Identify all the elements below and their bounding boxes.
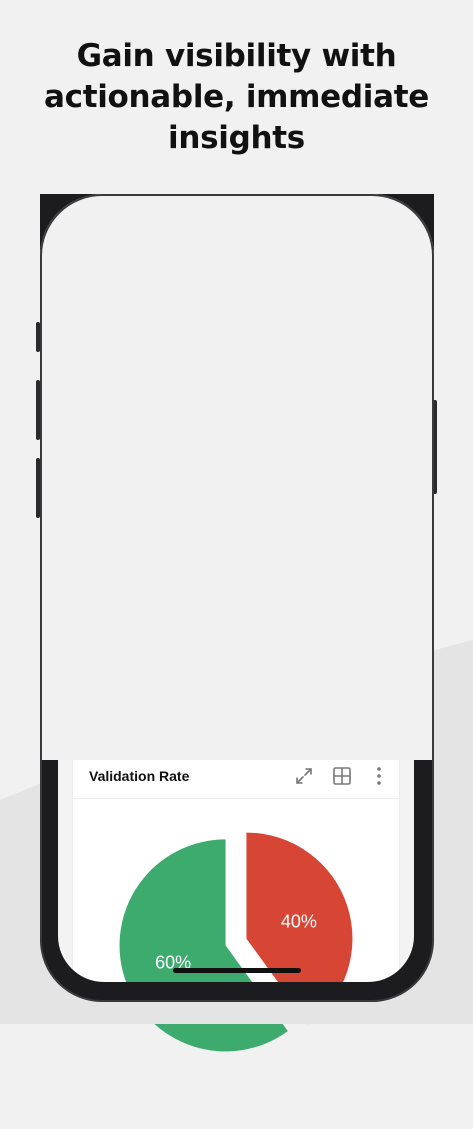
card-header: Completion Rate xyxy=(73,350,399,399)
card-title: Completion Rate xyxy=(89,368,201,384)
home-indicator[interactable] xyxy=(173,968,301,973)
legend-label-available: Available xyxy=(257,702,310,718)
legend-dot-available xyxy=(242,706,251,714)
expand-button[interactable] xyxy=(294,766,314,786)
legend-item-available[interactable]: Available xyxy=(242,703,310,718)
headline: Gain visibility with actionable, immedia… xyxy=(0,36,473,159)
expand-icon xyxy=(296,768,312,784)
nav-more-button[interactable] xyxy=(384,262,398,284)
volume-up-button xyxy=(36,380,40,440)
chart-legend: Finished Available xyxy=(73,702,399,718)
more-vertical-icon xyxy=(389,263,393,283)
mute-switch xyxy=(36,322,40,352)
active-tab-indicator xyxy=(58,330,148,332)
wifi-icon xyxy=(359,228,373,238)
tab-page-3[interactable]: Page 3 xyxy=(292,304,336,320)
card-title: Validation Rate xyxy=(89,768,190,784)
headline-line-2: actionable, immediate xyxy=(44,79,429,115)
status-time: 9:41 xyxy=(89,225,120,242)
status-icons xyxy=(336,227,404,239)
front-camera xyxy=(270,217,281,228)
expand-icon xyxy=(296,368,312,384)
completion-rate-card: Completion Rate 60% 40% Finished Availab… xyxy=(73,350,399,734)
legend-label-finished: Finished xyxy=(177,702,227,718)
signal-icon xyxy=(336,227,353,239)
legend-item-finished[interactable]: Finished xyxy=(162,703,226,718)
pie-label-finished: 60% xyxy=(155,551,191,571)
card-more-button[interactable] xyxy=(372,766,386,786)
table-view-button[interactable] xyxy=(332,766,352,786)
nav-title: Campaigns xyxy=(198,265,274,282)
headline-line-1: Gain visibility with xyxy=(76,38,397,74)
tab-page-1[interactable]: Page 1 xyxy=(159,304,203,320)
card-header: Validation Rate xyxy=(73,750,399,799)
power-button xyxy=(433,400,437,494)
expand-button[interactable] xyxy=(294,366,314,386)
notch xyxy=(140,212,334,242)
table-view-icon xyxy=(333,367,351,385)
tabs-divider xyxy=(58,332,414,333)
pie-label-available: 40% xyxy=(281,511,317,531)
speaker xyxy=(214,220,258,226)
volume-down-button xyxy=(36,458,40,518)
legend-dot-finished xyxy=(162,706,171,714)
tab-page-4[interactable]: Page 4 xyxy=(359,304,403,320)
tab-page-2[interactable]: Page 2 xyxy=(226,304,270,320)
more-vertical-icon xyxy=(377,767,381,785)
validation-pie-chart: 60% 40% xyxy=(119,832,353,1052)
card-more-button[interactable] xyxy=(372,366,386,386)
more-vertical-icon xyxy=(377,367,381,385)
table-view-button[interactable] xyxy=(332,366,352,386)
battery-icon xyxy=(379,227,404,239)
headline-line-3: insights xyxy=(168,120,305,156)
tab-overview[interactable]: Overview xyxy=(71,304,129,320)
table-view-icon xyxy=(333,767,351,785)
completion-pie-chart: 60% 40% xyxy=(119,431,353,651)
tab-bar: Overview Page 1 Page 2 Page 3 Page 4 xyxy=(58,300,414,333)
pie-label-2: 40% xyxy=(281,912,317,932)
